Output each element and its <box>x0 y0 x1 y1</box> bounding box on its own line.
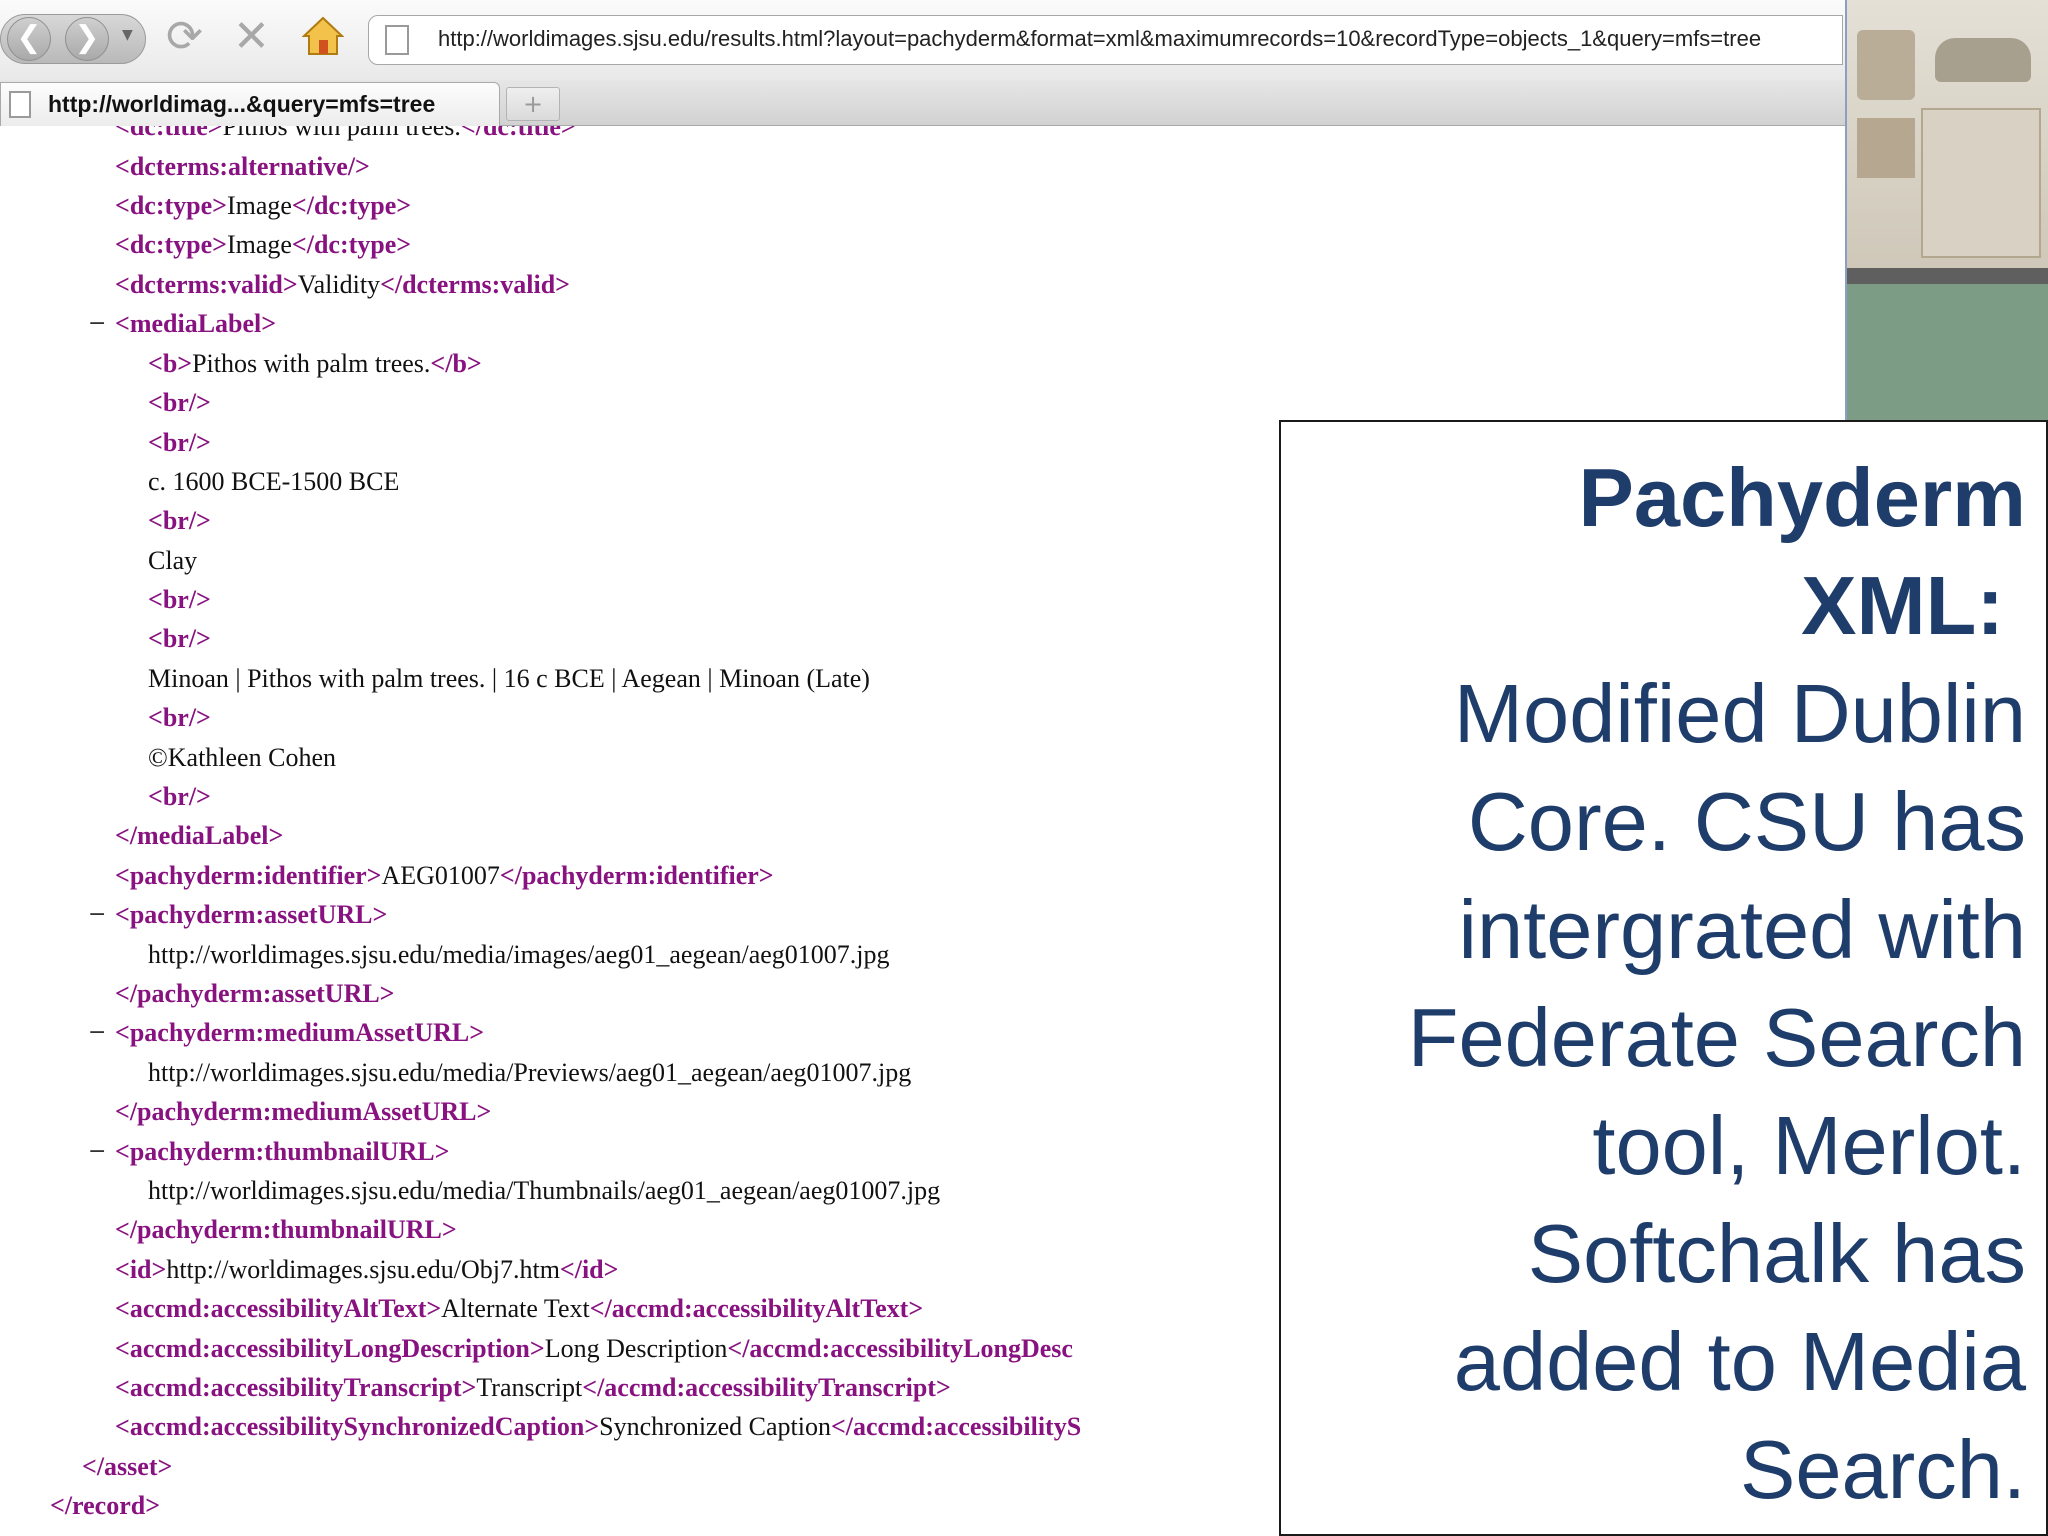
xml-line: http://worldimages.sjsu.edu/media/images… <box>148 940 890 969</box>
page-icon <box>9 91 31 118</box>
xml-document-view: <dc:title>Pithos with palm trees.</dc:ti… <box>0 126 1280 1536</box>
xml-line: <dc:type>Image</dc:type> <box>115 191 412 220</box>
xml-line: </record> <box>50 1491 161 1520</box>
address-bar[interactable]: http://worldimages.sjsu.edu/results.html… <box>368 15 1843 65</box>
xml-line: <br/> <box>148 703 211 732</box>
xml-line: <dcterms:valid>Validity</dcterms:valid> <box>115 270 570 299</box>
xml-line: <pachyderm:identifier>AEG01007</pachyder… <box>115 861 774 890</box>
xml-line: <dc:type>Image</dc:type> <box>115 230 412 259</box>
new-tab-button[interactable]: + <box>506 87 560 121</box>
tab-title: http://worldimag...&query=mfs=tree <box>48 91 436 117</box>
xml-line: <b>Pithos with palm trees.</b> <box>148 349 482 378</box>
collapse-toggle[interactable]: − <box>88 1139 106 1164</box>
xml-line: http://worldimages.sjsu.edu/media/Previe… <box>148 1058 912 1087</box>
xml-line: ©Kathleen Cohen <box>148 743 336 772</box>
url-text[interactable]: http://worldimages.sjsu.edu/results.html… <box>438 26 1761 52</box>
thumbnail-image <box>1857 30 1915 100</box>
xml-line: <br/> <box>148 624 211 653</box>
xml-line: <pachyderm:assetURL> <box>115 900 388 929</box>
xml-line: <dc:title>Pithos with palm trees.</dc:ti… <box>115 126 576 141</box>
tab-strip: http://worldimag...&query=mfs=tree + <box>0 80 1845 126</box>
xml-line: <accmd:accessibilitySynchronizedCaption>… <box>115 1412 1082 1441</box>
xml-line: <mediaLabel> <box>115 309 277 338</box>
xml-line: </pachyderm:assetURL> <box>115 979 395 1008</box>
nav-button-group: ❮ ❯ ▼ <box>0 14 146 64</box>
xml-line: </mediaLabel> <box>115 821 284 850</box>
thumbnail-image <box>1857 118 1915 178</box>
xml-line: <br/> <box>148 428 211 457</box>
history-dropdown-icon[interactable]: ▼ <box>122 27 133 43</box>
xml-line: <br/> <box>148 388 211 417</box>
home-icon[interactable] <box>301 16 345 60</box>
collapse-toggle[interactable]: − <box>88 311 106 336</box>
xml-line: <id>http://worldimages.sjsu.edu/Obj7.htm… <box>115 1255 619 1284</box>
caption-text: Pachyderm XML: Modified Dublin Core. CSU… <box>1296 444 2026 1524</box>
xml-line: <accmd:accessibilityAltText>Alternate Te… <box>115 1294 924 1323</box>
reload-icon[interactable]: ⟳ <box>166 12 203 62</box>
thumbnail-image <box>1921 108 2041 258</box>
stop-icon[interactable]: ✕ <box>233 12 270 62</box>
xml-line: </asset> <box>82 1452 173 1481</box>
xml-line: <br/> <box>148 506 211 535</box>
xml-line: <dcterms:alternative/> <box>115 152 370 181</box>
collapse-toggle[interactable]: − <box>88 902 106 927</box>
xml-line: <pachyderm:thumbnailURL> <box>115 1137 450 1166</box>
xml-line: http://worldimages.sjsu.edu/media/Thumbn… <box>148 1176 941 1205</box>
caption-title: Pachyderm <box>1578 451 2026 544</box>
browser-toolbar: ❮ ❯ ▼ ⟳ ✕ http://worldimages.sjsu.edu/re… <box>0 0 1845 80</box>
xml-line: <pachyderm:mediumAssetURL> <box>115 1018 485 1047</box>
xml-line: </pachyderm:mediumAssetURL> <box>115 1097 492 1126</box>
background-window-thumbnail <box>1845 0 2048 420</box>
xml-line: <accmd:accessibilityLongDescription>Long… <box>115 1334 1073 1363</box>
forward-arrow-icon[interactable]: ❯ <box>65 17 109 61</box>
xml-line: Minoan | Pithos with palm trees. | 16 c … <box>148 664 870 693</box>
collapse-toggle[interactable]: − <box>88 1020 106 1045</box>
xml-line: <accmd:accessibilityTranscript>Transcrip… <box>115 1373 951 1402</box>
page-icon <box>385 25 409 55</box>
xml-line: Clay <box>148 546 198 575</box>
xml-line: </pachyderm:thumbnailURL> <box>115 1215 457 1244</box>
xml-line: <br/> <box>148 585 211 614</box>
back-arrow-icon[interactable]: ❮ <box>7 17 51 61</box>
caption-box: Pachyderm XML: Modified Dublin Core. CSU… <box>1279 420 2048 1536</box>
caption-body: Modified Dublin Core. CSU has intergrate… <box>1407 667 2026 1516</box>
thumbnail-image <box>1935 38 2031 82</box>
xml-line: c. 1600 BCE-1500 BCE <box>148 467 400 496</box>
caption-title: XML: <box>1801 559 2004 652</box>
tab-active[interactable]: http://worldimag...&query=mfs=tree <box>0 82 500 126</box>
xml-line: <br/> <box>148 782 211 811</box>
